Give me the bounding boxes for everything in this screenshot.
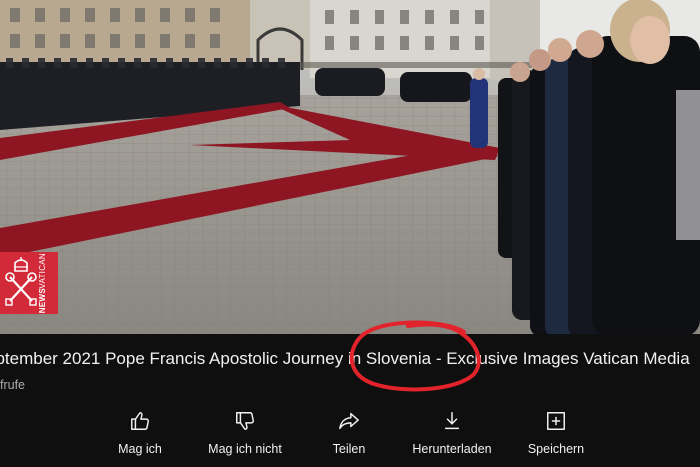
red-annotation-circle [349, 320, 481, 392]
share-label: Teilen [332, 442, 366, 456]
vatican-news-wordmark: VATICAN NEWS [38, 252, 56, 314]
view-count[interactable]: frufe [0, 378, 25, 392]
thumbs-down-icon [232, 408, 258, 434]
dislike-button[interactable]: Mag ich nicht [190, 404, 300, 460]
keys-and-tiara-icon [5, 257, 37, 306]
dislike-label: Mag ich nicht [208, 442, 282, 456]
logo-text-news: NEWS [38, 288, 47, 314]
logo-text-vatican: VATICAN [38, 252, 47, 289]
video-player[interactable]: VATICAN NEWS [0, 0, 700, 334]
share-button[interactable]: Teilen [294, 404, 404, 460]
like-button[interactable]: Mag ich [85, 404, 195, 460]
thumbs-up-icon [127, 408, 153, 434]
download-button[interactable]: Herunterladen [397, 404, 507, 460]
save-label: Speichern [527, 442, 585, 456]
share-icon [336, 408, 362, 434]
like-label: Mag ich [118, 442, 162, 456]
video-frame-scene [0, 0, 700, 334]
vatican-news-logo: VATICAN NEWS [0, 252, 58, 314]
save-playlist-icon [543, 408, 569, 434]
action-bar: Mag ich Mag ich nicht Teilen Herunterlad… [100, 404, 600, 460]
download-label: Herunterladen [412, 442, 492, 456]
save-button[interactable]: Speichern [501, 404, 611, 460]
download-icon [439, 408, 465, 434]
